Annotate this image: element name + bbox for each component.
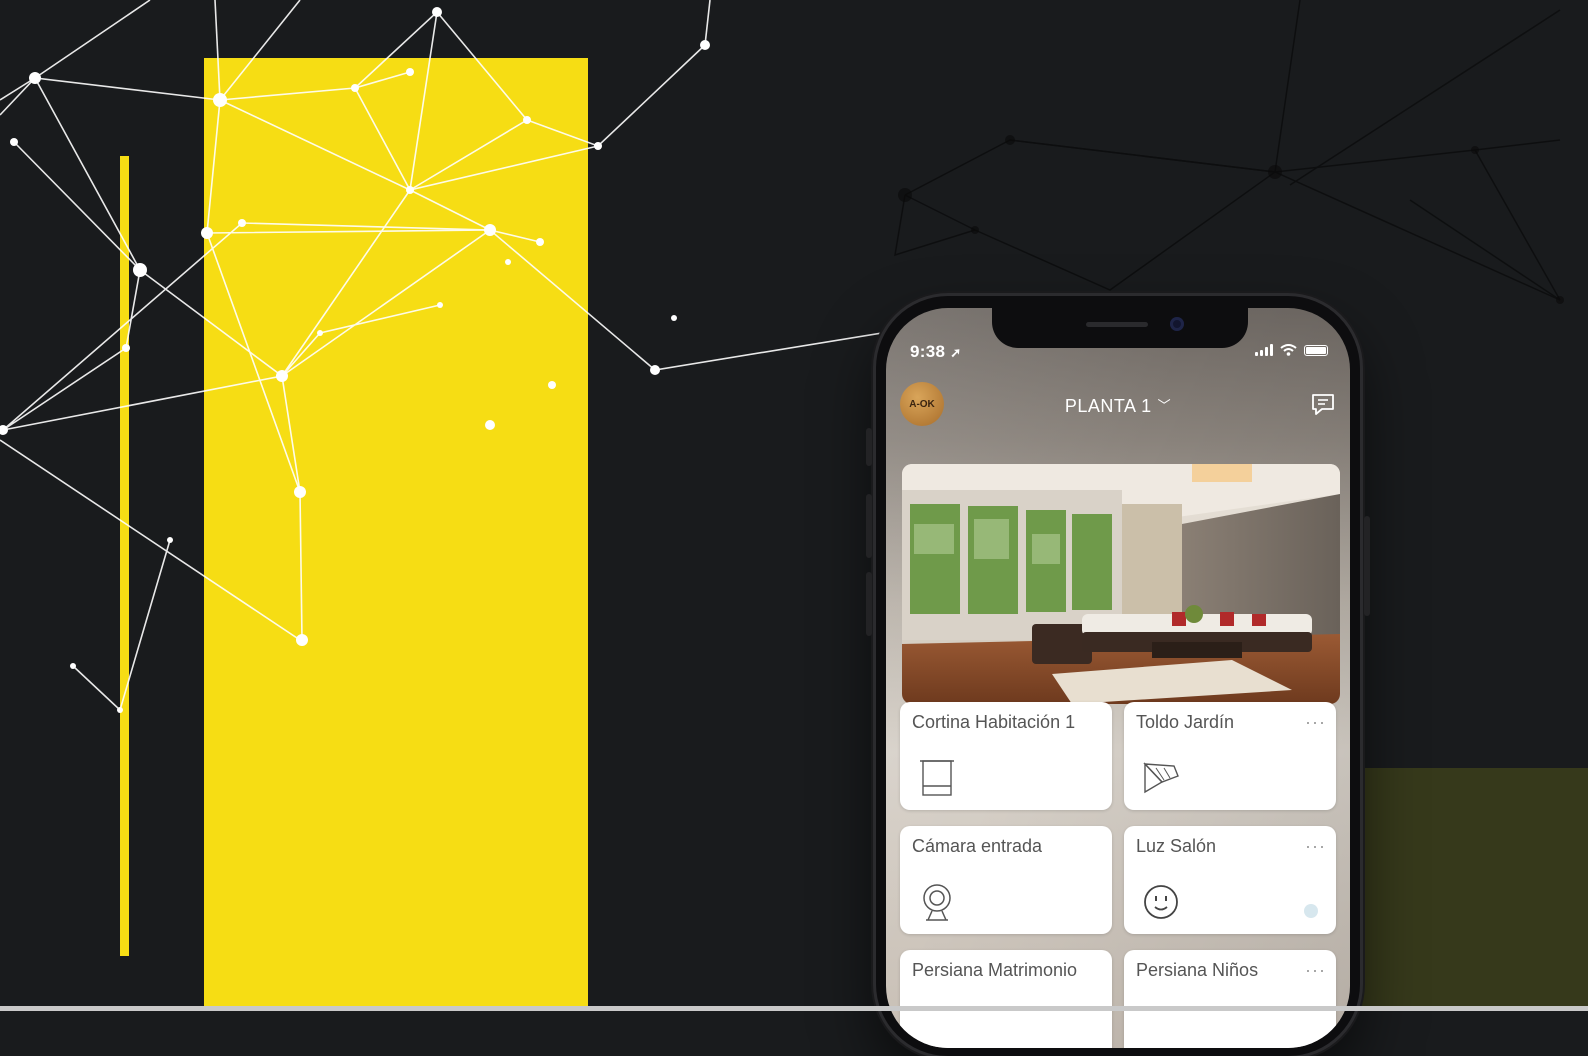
location-arrow-icon: ➚ xyxy=(950,345,962,360)
socket-icon xyxy=(1144,885,1178,919)
floor-title-text: PLANTA 1 xyxy=(1064,396,1152,416)
chevron-down-icon: ﹀ xyxy=(1157,398,1172,413)
device-label: Persiana Niños xyxy=(1136,960,1259,980)
floor-selector[interactable]: PLANTA 1 ﹀ xyxy=(886,396,1350,417)
device-label: Cortina Habitación 1 xyxy=(912,712,1076,732)
olive-decor-block xyxy=(1358,768,1588,1011)
device-label: Cámara entrada xyxy=(912,836,1043,856)
device-tile-camara[interactable]: Cámara entrada xyxy=(900,826,1112,934)
webcam-icon xyxy=(923,884,951,921)
message-icon[interactable] xyxy=(1310,392,1336,416)
more-options-icon[interactable]: ··· xyxy=(1305,960,1326,981)
phone-volume-up xyxy=(866,494,872,558)
status-time-text: 9:38 xyxy=(910,342,946,361)
device-label: Persiana Matrimonio xyxy=(912,960,1078,980)
device-tile-persiana-matrimonio[interactable]: Persiana Matrimonio xyxy=(900,950,1112,1048)
more-options-icon[interactable]: ··· xyxy=(1305,836,1326,857)
phone-power-button xyxy=(1364,516,1370,616)
signal-icon xyxy=(1255,344,1273,356)
front-camera xyxy=(1170,317,1184,331)
phone-side-button xyxy=(866,428,872,466)
phone-volume-down xyxy=(866,572,872,636)
more-options-icon[interactable]: ··· xyxy=(1305,712,1326,733)
status-dot-icon xyxy=(1304,904,1318,918)
yellow-panel xyxy=(204,58,588,1011)
wifi-icon xyxy=(1280,344,1297,356)
device-label: Toldo Jardín xyxy=(1136,712,1235,732)
device-label: Luz Salón xyxy=(1136,836,1217,856)
yellow-stripe xyxy=(120,156,129,956)
phone-mockup: 9:38 ➚ A-OK PLANTA 1 ﹀ Cortina Habitació… xyxy=(866,296,1370,1056)
bottom-strip xyxy=(0,1006,1588,1011)
curtain-icon xyxy=(920,760,954,796)
battery-icon xyxy=(1304,345,1328,356)
speaker-grille xyxy=(1086,322,1148,327)
room-photo[interactable] xyxy=(902,464,1340,704)
device-tile-luz[interactable]: Luz Salón ··· xyxy=(1124,826,1336,934)
status-time: 9:38 ➚ xyxy=(910,342,961,362)
device-tile-toldo[interactable]: Toldo Jardín ··· xyxy=(1124,702,1336,810)
device-tile-cortina[interactable]: Cortina Habitación 1 xyxy=(900,702,1112,810)
app-screen: 9:38 ➚ A-OK PLANTA 1 ﹀ Cortina Habitació… xyxy=(886,308,1350,1048)
device-tile-persiana-ninos[interactable]: Persiana Niños ··· xyxy=(1124,950,1336,1048)
awning-icon xyxy=(1143,762,1179,794)
status-icons xyxy=(1255,344,1328,356)
phone-notch xyxy=(992,308,1248,348)
